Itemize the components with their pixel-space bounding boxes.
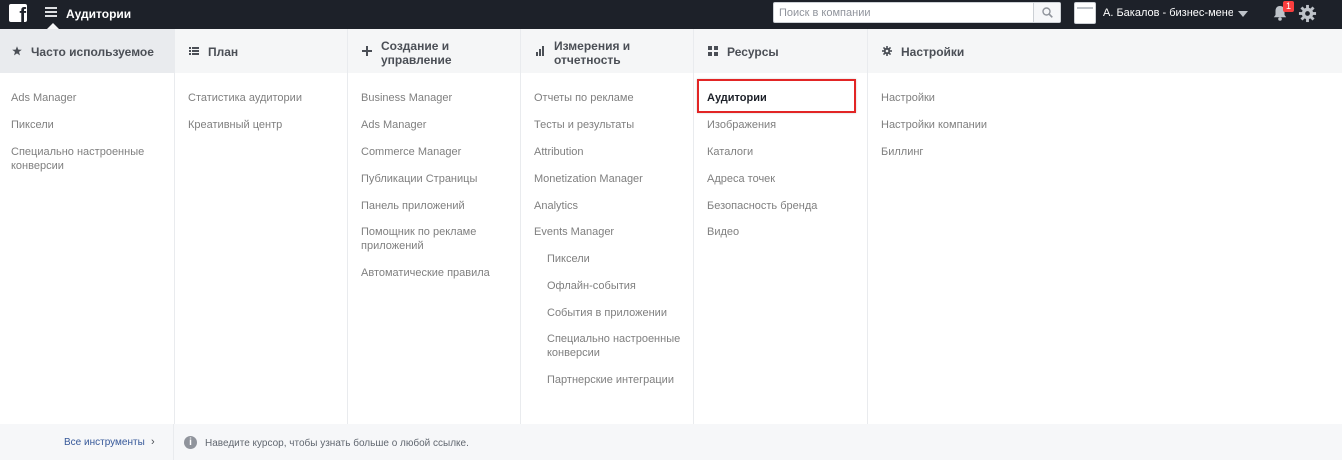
link-monetization-manager[interactable]: Monetization Manager <box>534 172 643 186</box>
facebook-logo-icon[interactable]: f <box>9 4 27 22</box>
column-header-label: Настройки <box>901 45 965 59</box>
link-automated-rules[interactable]: Автоматические правила <box>361 266 490 280</box>
column-divider <box>174 29 175 425</box>
link-business-settings[interactable]: Настройки компании <box>881 118 987 132</box>
column-header-create-manage: Создание и управление <box>350 29 520 73</box>
plus-icon <box>362 46 372 56</box>
gear-icon <box>882 46 892 56</box>
search-button[interactable] <box>1033 3 1060 22</box>
link-app-dashboard[interactable]: Панель приложений <box>361 199 465 213</box>
star-icon <box>12 46 22 56</box>
search-input[interactable] <box>774 3 1032 22</box>
footer-left: Все инструменты › <box>0 424 174 460</box>
link-business-locations[interactable]: Адреса точек <box>707 172 775 186</box>
info-icon: i <box>184 436 197 449</box>
app-title[interactable]: Аудитории <box>66 7 131 21</box>
column-divider <box>693 29 694 425</box>
link-events-pixels[interactable]: Пиксели <box>547 252 590 266</box>
link-catalogs[interactable]: Каталоги <box>707 145 753 159</box>
column-header-measure-report: Измерения и отчетность <box>523 29 693 73</box>
menu-footer: Все инструменты › i Наведите курсор, что… <box>0 424 1342 460</box>
link-page-posts[interactable]: Публикации Страницы <box>361 172 477 186</box>
column-header-label: Ресурсы <box>727 45 779 59</box>
link-app-ads-helper[interactable]: Помощник по рекламе приложений <box>361 225 491 253</box>
link-attribution[interactable]: Attribution <box>534 145 584 159</box>
link-ads-manager-2[interactable]: Ads Manager <box>361 118 426 132</box>
column-header-label: Создание и управление <box>381 39 452 67</box>
column-header-plan: План <box>177 29 347 73</box>
link-offline-events[interactable]: Офлайн-события <box>547 279 636 293</box>
bar-chart-icon <box>536 46 544 56</box>
column-header-settings: Настройки <box>870 29 1040 73</box>
link-videos[interactable]: Видео <box>707 225 739 239</box>
settings-gear-icon[interactable] <box>1298 4 1317 23</box>
link-billing[interactable]: Биллинг <box>881 145 923 159</box>
link-audience-insights[interactable]: Статистика аудитории <box>188 91 302 105</box>
account-switcher[interactable]: А. Бакалов - бизнес-менедж... <box>1074 2 1254 24</box>
link-custom-conversions[interactable]: Специально настроенные конверсии <box>11 145 161 173</box>
column-divider <box>867 29 868 425</box>
link-partner-integrations[interactable]: Партнерские интеграции <box>547 373 674 387</box>
link-test-and-learn[interactable]: Тесты и результаты <box>534 118 634 132</box>
link-ads-reporting[interactable]: Отчеты по рекламе <box>534 91 634 105</box>
link-commerce-manager[interactable]: Commerce Manager <box>361 145 461 159</box>
column-header-label: Часто используемое <box>31 45 154 59</box>
link-events-manager[interactable]: Events Manager <box>534 225 614 239</box>
column-divider <box>520 29 521 425</box>
business-avatar-icon <box>1074 2 1096 24</box>
column-header-label: Измерения и отчетность <box>554 39 631 67</box>
column-headers: Часто используемое План Создание и управ… <box>0 29 1342 73</box>
link-business-manager[interactable]: Business Manager <box>361 91 452 105</box>
selection-highlight-box <box>697 79 856 113</box>
link-events-custom-conversions[interactable]: Специально настроенные конверсии <box>547 332 682 360</box>
chevron-down-icon <box>1238 11 1248 17</box>
search-icon <box>1042 7 1053 18</box>
link-creative-hub[interactable]: Креативный центр <box>188 118 282 132</box>
hover-hint-text: Наведите курсор, чтобы узнать больше о л… <box>205 438 469 449</box>
account-name: А. Бакалов - бизнес-менедж... <box>1103 7 1233 19</box>
top-navigation-bar: f Аудитории А. Бакалов - бизнес-менедж..… <box>0 0 1342 29</box>
link-app-events[interactable]: События в приложении <box>547 306 667 320</box>
list-icon <box>189 47 199 55</box>
grid-icon <box>708 46 718 56</box>
all-tools-link[interactable]: Все инструменты <box>64 437 145 448</box>
column-header-label: План <box>208 45 239 59</box>
link-settings[interactable]: Настройки <box>881 91 935 105</box>
link-pixels[interactable]: Пиксели <box>11 118 54 132</box>
link-images[interactable]: Изображения <box>707 118 776 132</box>
column-header-assets: Ресурсы <box>696 29 866 73</box>
column-header-frequently-used: Часто используемое <box>0 29 174 73</box>
link-analytics[interactable]: Analytics <box>534 199 578 213</box>
notification-badge: 1 <box>1283 1 1294 12</box>
link-brand-safety[interactable]: Безопасность бренда <box>707 199 817 213</box>
chevron-right-icon[interactable]: › <box>151 436 155 448</box>
tools-menu-panel: Часто используемое План Создание и управ… <box>0 29 1342 460</box>
link-ads-manager[interactable]: Ads Manager <box>11 91 76 105</box>
hamburger-menu-icon[interactable] <box>45 6 57 18</box>
business-search <box>773 2 1061 23</box>
column-divider <box>347 29 348 425</box>
